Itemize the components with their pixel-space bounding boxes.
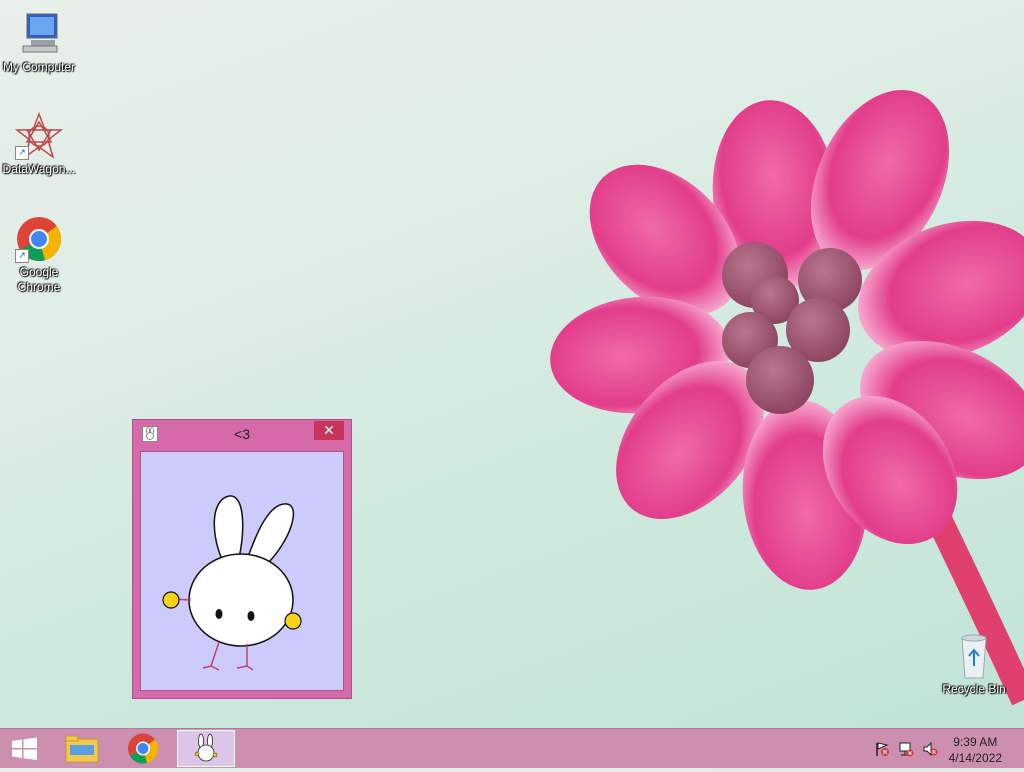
- windows-start-icon: [12, 737, 37, 760]
- clock-time: 9:39 AM: [953, 735, 998, 749]
- bunny-illustration: [162, 495, 302, 671]
- desktop-icon-label: Recycle Bin: [942, 682, 1006, 696]
- clock-date: 4/14/2022: [948, 751, 1002, 765]
- desktop-icon-label: DataWagon...: [2, 162, 76, 176]
- shortcut-arrow-icon: ↗: [15, 249, 29, 263]
- window-client-area: [140, 451, 344, 691]
- app-window[interactable]: <3 ✕: [132, 419, 352, 699]
- label-line-2: Chrome: [17, 280, 61, 294]
- desktop-icon-label: Google Chrome: [1, 265, 77, 295]
- taskbar: 9:39 AM 4/14/2022: [0, 728, 1024, 768]
- volume-muted-icon[interactable]: [922, 741, 938, 757]
- datawagon-icon: ↗: [14, 111, 64, 160]
- taskbar-bunny-app[interactable]: [177, 730, 235, 767]
- desktop-icon-recycle-bin[interactable]: Recycle Bin: [936, 632, 1012, 697]
- taskbar-chrome[interactable]: [118, 730, 168, 767]
- start-button[interactable]: [0, 730, 50, 767]
- desktop: My Computer ↗ DataWagon... ↗ Google Chro…: [0, 0, 1024, 728]
- shortcut-arrow-icon: ↗: [15, 146, 29, 160]
- desktop-icon-my-computer[interactable]: My Computer: [1, 10, 77, 75]
- desktop-icon-datawagon[interactable]: ↗ DataWagon...: [1, 111, 77, 177]
- desktop-icon-google-chrome[interactable]: ↗ Google Chrome: [1, 215, 77, 295]
- taskbar-file-explorer[interactable]: [58, 730, 108, 767]
- bunny-app-icon: [194, 733, 218, 762]
- window-titlebar[interactable]: <3 ✕: [133, 420, 351, 448]
- desktop-icon-label: My Computer: [2, 60, 76, 74]
- file-explorer-icon: [65, 735, 99, 763]
- chrome-icon: ↗: [15, 215, 63, 263]
- close-button[interactable]: ✕: [314, 421, 344, 440]
- action-center-flag-icon[interactable]: [874, 741, 890, 757]
- network-icon[interactable]: [898, 741, 914, 757]
- label-line-1: Google: [19, 265, 59, 279]
- recycle-bin-icon: [950, 632, 998, 680]
- computer-icon: [15, 10, 63, 58]
- chrome-icon: [128, 733, 159, 764]
- system-clock[interactable]: 9:39 AM 4/14/2022: [949, 734, 1002, 766]
